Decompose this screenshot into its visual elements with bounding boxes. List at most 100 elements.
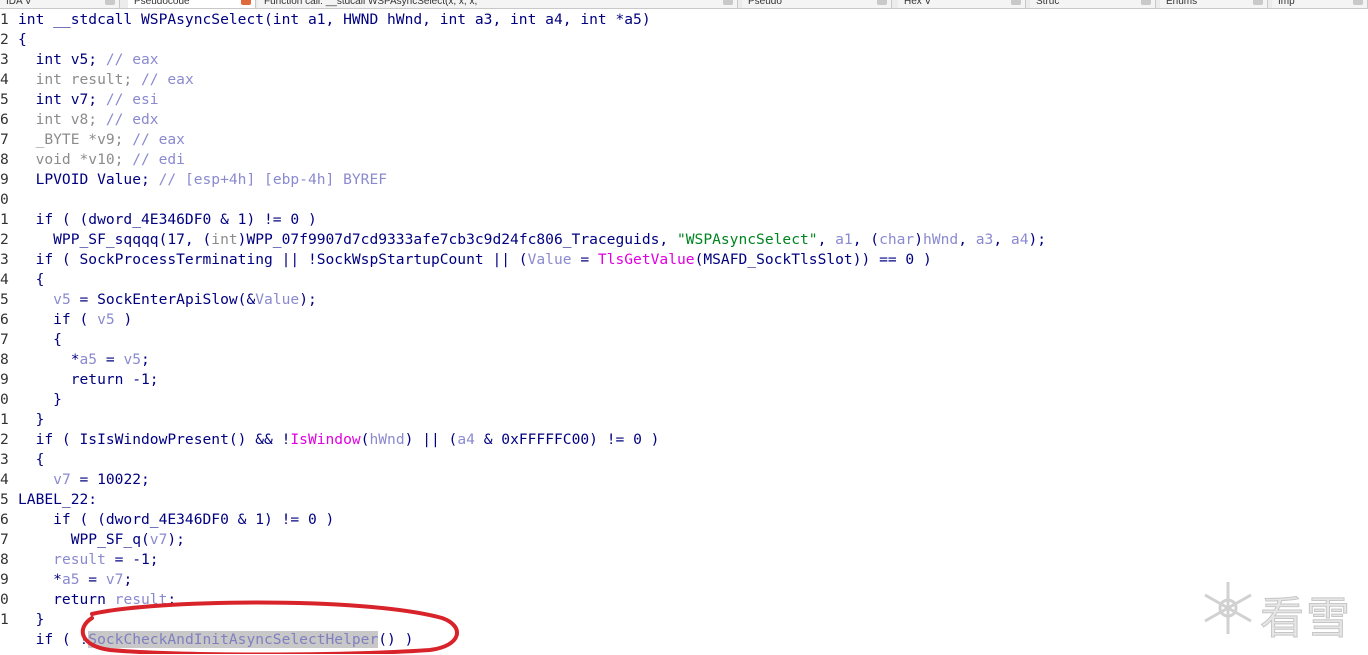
- code-line[interactable]: 5 LABEL_22:: [0, 490, 1368, 510]
- tab-label: Enums: [1166, 0, 1198, 7]
- code-token: Value: [527, 251, 572, 268]
- code-line[interactable]: 1 if ( (dword_4E346DF0 & 1) != 0 ): [0, 210, 1368, 230]
- code-token: return -1;: [18, 371, 159, 388]
- code-line[interactable]: 0: [0, 190, 1368, 210]
- tab-label: IDA V: [6, 0, 32, 7]
- line-number: 1: [0, 411, 9, 428]
- code-line[interactable]: 8 result = -1;: [0, 550, 1368, 570]
- code-text: if ( (dword_4E346DF0 & 1) != 0 ): [18, 510, 334, 530]
- code-line[interactable]: 4 v7 = 10022;: [0, 470, 1368, 490]
- tab-1[interactable]: Pseudocode: [128, 0, 256, 8]
- close-icon[interactable]: [1011, 0, 1021, 5]
- code-line[interactable]: 3 int v5; // eax: [0, 50, 1368, 70]
- code-token: );: [167, 531, 185, 548]
- code-token: // edi: [132, 151, 185, 168]
- tab-label: Imp: [1278, 0, 1295, 7]
- code-line[interactable]: 2{: [0, 30, 1368, 50]
- code-line[interactable]: 0 return result;: [0, 590, 1368, 610]
- line-number: 3: [0, 451, 9, 468]
- code-token: a5: [61, 571, 80, 588]
- code-token: =: [97, 351, 124, 368]
- code-token: ;: [123, 571, 133, 588]
- tab-7[interactable]: Imp: [1272, 0, 1368, 8]
- code-line[interactable]: 4 {: [0, 270, 1368, 290]
- line-number: 1: [0, 11, 9, 28]
- code-line[interactable]: 5 int v7; // esi: [0, 90, 1368, 110]
- code-line[interactable]: 8 void *v10; // edi: [0, 150, 1368, 170]
- line-number: 8: [0, 551, 9, 568]
- code-text: if ( SockProcessTerminating || !SockWspS…: [18, 250, 932, 270]
- code-line[interactable]: 3 if ( SockProcessTerminating || !SockWs…: [0, 250, 1368, 270]
- code-line[interactable]: if ( !SockCheckAndInitAsyncSelectHelper(…: [0, 630, 1368, 650]
- code-text: if ( IsIsWindowPresent() && !IsWindow(hW…: [18, 430, 660, 450]
- code-line[interactable]: 9 LPVOID Value; // [esp+4h] [ebp-4h] BYR…: [0, 170, 1368, 190]
- code-line[interactable]: 1 int __stdcall WSPAsyncSelect(int a1, HW…: [0, 10, 1368, 30]
- tab-2[interactable]: Function call: __stdcall WSPAsyncSelect(…: [258, 0, 738, 8]
- line-number: 3: [0, 251, 9, 268]
- tab-label: Pseudocode: [134, 0, 190, 7]
- code-text: int __stdcall WSPAsyncSelect(int a1, HWN…: [18, 10, 651, 30]
- code-line[interactable]: 1 }: [0, 610, 1368, 630]
- tab-0[interactable]: IDA V: [0, 0, 120, 8]
- line-number: 5: [0, 91, 9, 108]
- code-token: IsWindow: [290, 431, 361, 448]
- line-number: 0: [0, 191, 9, 208]
- code-token: ): [114, 311, 133, 328]
- line-number: 7: [0, 331, 9, 348]
- code-line[interactable]: 6 if ( (dword_4E346DF0 & 1) != 0 ): [0, 510, 1368, 530]
- close-icon[interactable]: [241, 0, 251, 5]
- code-line[interactable]: 9 return -1;: [0, 370, 1368, 390]
- code-token: {: [18, 331, 62, 348]
- watermark-text: 看雪: [1260, 593, 1352, 645]
- code-token: WPP_SF_sqqqq(17, (: [18, 231, 212, 248]
- code-line[interactable]: 2 WPP_SF_sqqqq(17, (int)WPP_07f9907d7cd9…: [0, 230, 1368, 250]
- code-line[interactable]: 8 *a5 = v5;: [0, 350, 1368, 370]
- code-line[interactable]: 2 if ( IsIsWindowPresent() && !IsWindow(…: [0, 430, 1368, 450]
- code-line[interactable]: 7 _BYTE *v9; // eax: [0, 130, 1368, 150]
- close-icon[interactable]: [723, 0, 733, 5]
- line-number: 6: [0, 511, 9, 528]
- code-token: );: [1028, 231, 1047, 248]
- code-token: a4: [457, 431, 475, 448]
- code-line[interactable]: 0 }: [0, 390, 1368, 410]
- close-icon[interactable]: [105, 0, 115, 5]
- code-text: int result; // eax: [18, 70, 194, 90]
- line-number: 7: [0, 531, 9, 548]
- code-text: *a5 = v5;: [18, 350, 150, 370]
- code-token: }: [18, 611, 45, 628]
- line-number: 8: [0, 351, 9, 368]
- code-token: a5: [79, 351, 98, 368]
- code-line[interactable]: 3 {: [0, 450, 1368, 470]
- code-line[interactable]: 6 int v8; // edx: [0, 110, 1368, 130]
- close-icon[interactable]: [1353, 0, 1363, 5]
- tab-label: Hex V: [904, 0, 932, 7]
- code-token: }: [18, 391, 62, 408]
- code-token: v7: [53, 471, 71, 488]
- code-text: result = -1;: [18, 550, 158, 570]
- tab-5[interactable]: Struc: [1030, 0, 1156, 8]
- code-line[interactable]: 4 int result; // eax: [0, 70, 1368, 90]
- code-token: int v8;: [18, 111, 106, 128]
- code-token: ;: [141, 351, 150, 368]
- code-line[interactable]: 1 }: [0, 410, 1368, 430]
- code-text: if ( !SockCheckAndInitAsyncSelectHelper(…: [18, 630, 413, 650]
- code-line[interactable]: 6 if ( v5 ): [0, 310, 1368, 330]
- code-line[interactable]: 7 WPP_SF_q(v7);: [0, 530, 1368, 550]
- code-token: if ( (dword_4E346DF0 & 1) != 0 ): [18, 211, 317, 228]
- code-token: LPVOID Value;: [18, 171, 159, 188]
- code-line[interactable]: 9 *a5 = v7;: [0, 570, 1368, 590]
- line-number: 7: [0, 131, 9, 148]
- code-text: int v8; // edx: [18, 110, 159, 130]
- line-number: 4: [0, 471, 9, 488]
- code-text: v5 = SockEnterApiSlow(&Value);: [18, 290, 317, 310]
- tab-3[interactable]: Pseudo: [742, 0, 892, 8]
- code-token: ,: [817, 231, 836, 248]
- close-icon[interactable]: [1141, 0, 1151, 5]
- close-icon[interactable]: [1253, 0, 1263, 5]
- tab-6[interactable]: Enums: [1160, 0, 1268, 8]
- code-line[interactable]: 5 v5 = SockEnterApiSlow(&Value);: [0, 290, 1368, 310]
- pseudocode-view[interactable]: 1 int __stdcall WSPAsyncSelect(int a1, HW…: [0, 10, 1368, 650]
- close-icon[interactable]: [877, 0, 887, 5]
- code-line[interactable]: 7 {: [0, 330, 1368, 350]
- tab-4[interactable]: Hex V: [898, 0, 1026, 8]
